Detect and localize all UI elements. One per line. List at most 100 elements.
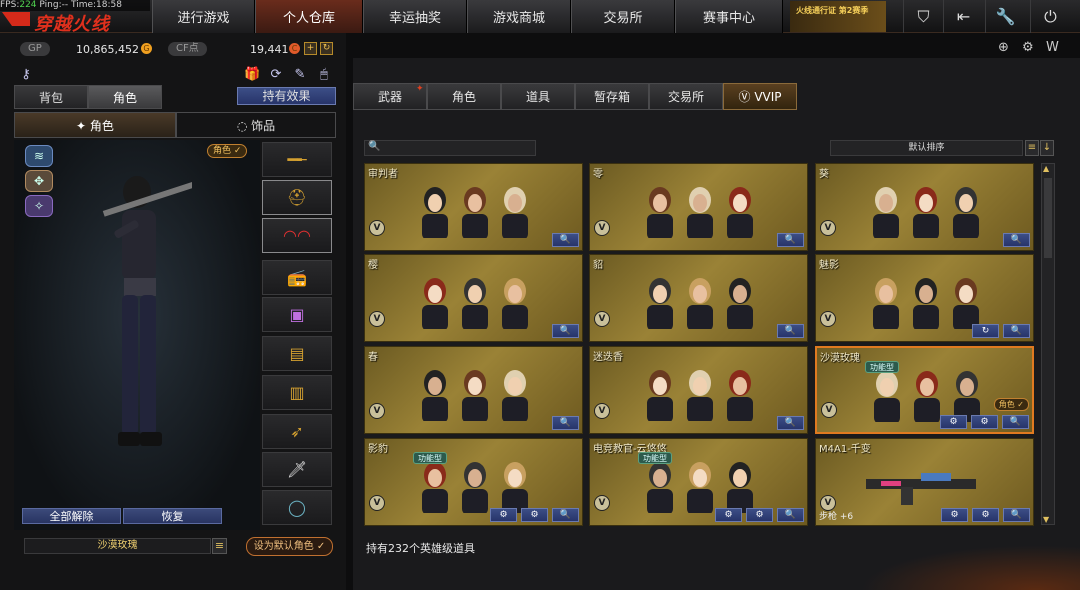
gift-icon[interactable]: 🎁 xyxy=(244,67,260,83)
pose-icon[interactable]: ✎ xyxy=(292,67,308,83)
search-button[interactable]: 🔍 xyxy=(1003,508,1030,522)
rotate-icon[interactable]: ⟳ xyxy=(268,67,284,83)
scroll-down-icon[interactable]: ▼ xyxy=(1043,515,1049,524)
item-card[interactable]: 樱 V 🔍 xyxy=(364,254,583,342)
nav-shop[interactable]: 游戏商城 xyxy=(467,0,571,33)
v-emblem-icon: V xyxy=(369,220,385,236)
item-card[interactable]: 葵 V 🔍 xyxy=(815,163,1034,251)
gear-button[interactable]: ⚙ xyxy=(940,415,967,429)
item-card[interactable]: 貂 V 🔍 xyxy=(589,254,808,342)
settings-gear-icon[interactable]: ⚙ xyxy=(1022,40,1034,55)
search-button[interactable]: 🔍 xyxy=(777,416,804,430)
search-button[interactable]: 🔍 xyxy=(777,324,804,338)
search-button[interactable]: 🔍 xyxy=(1002,415,1029,429)
cf-coin-icon: C xyxy=(289,43,300,54)
nav-lottery[interactable]: 幸运抽奖 xyxy=(363,0,467,33)
nav-exchange[interactable]: 交易所 xyxy=(571,0,675,33)
item-card[interactable]: 影豹 V 功能型 ⚙ ⚙ 🔍 xyxy=(364,438,583,526)
target-icon[interactable]: ⊕ xyxy=(998,40,1009,55)
character-list-button[interactable]: ≡ xyxy=(212,538,227,554)
tab-backpack[interactable]: 背包 xyxy=(14,85,88,109)
settings-button[interactable]: ⚙ xyxy=(971,415,998,429)
tab-storage[interactable]: 暂存箱 xyxy=(575,83,649,110)
sort-select[interactable]: 默认排序 xyxy=(830,140,1023,156)
key-icon[interactable]: ⚷ xyxy=(18,67,34,83)
gear-icon: ⚙ xyxy=(950,510,959,520)
gear-button[interactable]: ⚙ xyxy=(490,508,517,522)
search-icon: 🔍 xyxy=(559,235,572,245)
slot-radio[interactable]: 📻 xyxy=(262,260,332,295)
mouse-icon[interactable]: 🖱 xyxy=(316,67,332,83)
v-emblem-icon: V xyxy=(594,403,610,419)
role-badge: 角色 ✓ xyxy=(993,398,1029,411)
nav-inventory[interactable]: 个人仓库 xyxy=(255,0,363,33)
skill-wing-icon[interactable]: ≋ xyxy=(25,145,53,167)
wrench-icon[interactable]: 🔧 xyxy=(985,0,1025,33)
scroll-up-icon[interactable]: ▲ xyxy=(1043,164,1049,173)
item-card[interactable]: 零 V 🔍 xyxy=(589,163,808,251)
add-cf-button[interactable]: + xyxy=(304,42,317,55)
slot-knife[interactable]: 🗡 xyxy=(262,452,332,487)
search-button[interactable]: 🔍 xyxy=(552,324,579,338)
search-button[interactable]: 🔍 xyxy=(552,508,579,522)
skill-claw-icon[interactable]: ✥ xyxy=(25,170,53,192)
battle-pass-promo[interactable]: 火线通行证 第2赛季 xyxy=(790,1,886,32)
tab-trade[interactable]: 交易所 xyxy=(649,83,723,110)
list-view-icon[interactable]: ≡ xyxy=(1025,140,1039,156)
refresh-cf-button[interactable]: ↻ xyxy=(320,42,333,55)
skill-bird-icon[interactable]: ✧ xyxy=(25,195,53,217)
scroll-thumb[interactable] xyxy=(1044,178,1052,258)
slot-ammo[interactable]: ▥ xyxy=(262,375,332,410)
unequip-all-button[interactable]: 全部解除 xyxy=(22,508,121,524)
search-button[interactable]: 🔍 xyxy=(777,233,804,247)
logout-icon[interactable]: ⇤ xyxy=(943,0,983,33)
gear-button[interactable]: ⚙ xyxy=(941,508,968,522)
restore-button[interactable]: 恢复 xyxy=(123,508,222,524)
search-button[interactable]: 🔍 xyxy=(777,508,804,522)
nav-play[interactable]: 进行游戏 xyxy=(152,0,255,33)
sort-order-icon[interactable]: ↓ xyxy=(1040,140,1054,156)
gear-icon: ⚙ xyxy=(724,510,733,520)
search-button[interactable]: 🔍 xyxy=(552,233,579,247)
tab-character[interactable]: 角色 xyxy=(88,85,162,109)
slot-goggles[interactable]: ◠◠ xyxy=(262,218,332,253)
slot-bullet[interactable]: ➶ xyxy=(262,414,332,449)
subtab-accessory[interactable]: ◌ 饰品 xyxy=(176,112,336,138)
slot-primary-weapon[interactable]: ━╾ xyxy=(262,142,332,177)
functional-badge: 功能型 xyxy=(865,361,899,373)
tab-characters[interactable]: 角色 xyxy=(427,83,501,110)
settings-button[interactable]: ⚙ xyxy=(746,508,773,522)
settings-button[interactable]: ⚙ xyxy=(972,508,999,522)
slot-backpack[interactable]: ▤ xyxy=(262,336,332,371)
search-button[interactable]: 🔍 xyxy=(552,416,579,430)
nav-events[interactable]: 赛事中心 xyxy=(675,0,783,33)
scrollbar[interactable]: ▲ ▼ xyxy=(1041,163,1055,525)
gear-button[interactable]: ⚙ xyxy=(715,508,742,522)
set-default-character-button[interactable]: 设为默认角色 ✓ xyxy=(246,537,333,556)
item-card[interactable]: 沙漠玫瑰 V 功能型 角色 ✓ ⚙ ⚙ 🔍 xyxy=(815,346,1034,434)
power-icon[interactable]: ⏻ xyxy=(1030,0,1070,33)
shield-icon[interactable]: ⛉ xyxy=(903,0,943,33)
item-card[interactable]: 迷迭香 V 🔍 xyxy=(589,346,808,434)
slot-box[interactable]: ▣ xyxy=(262,297,332,332)
refresh-button[interactable]: ↻ xyxy=(972,324,999,338)
subtab-character[interactable]: ✦ 角色 xyxy=(14,112,176,138)
vip-w-icon[interactable]: W xyxy=(1046,40,1059,55)
character-portrait xyxy=(422,278,528,329)
item-card[interactable]: 春 V 🔍 xyxy=(364,346,583,434)
item-card[interactable]: 电竞教官-云悠悠 V 功能型 ⚙ ⚙ 🔍 xyxy=(589,438,808,526)
search-icon: 🔍 xyxy=(1010,326,1023,336)
effects-button[interactable]: 持有效果 xyxy=(237,87,336,105)
item-card[interactable]: M4A1-千变 V 步枪 +6 ⚙ ⚙ 🔍 xyxy=(815,438,1034,526)
item-card[interactable]: 审判者 V 🔍 xyxy=(364,163,583,251)
search-button[interactable]: 🔍 xyxy=(1003,324,1030,338)
item-card[interactable]: 魅影 V ↻ 🔍 xyxy=(815,254,1034,342)
tab-items[interactable]: 道具 xyxy=(501,83,575,110)
settings-button[interactable]: ⚙ xyxy=(521,508,548,522)
cf-label: CF点 xyxy=(168,42,207,56)
slot-helmet[interactable]: ⛑ xyxy=(262,180,332,215)
tab-vvip[interactable]: Ⓥ VVIP xyxy=(723,83,797,110)
slot-ring[interactable]: ◯ xyxy=(262,490,332,525)
search-input[interactable]: 🔍 xyxy=(364,140,536,156)
search-button[interactable]: 🔍 xyxy=(1003,233,1030,247)
